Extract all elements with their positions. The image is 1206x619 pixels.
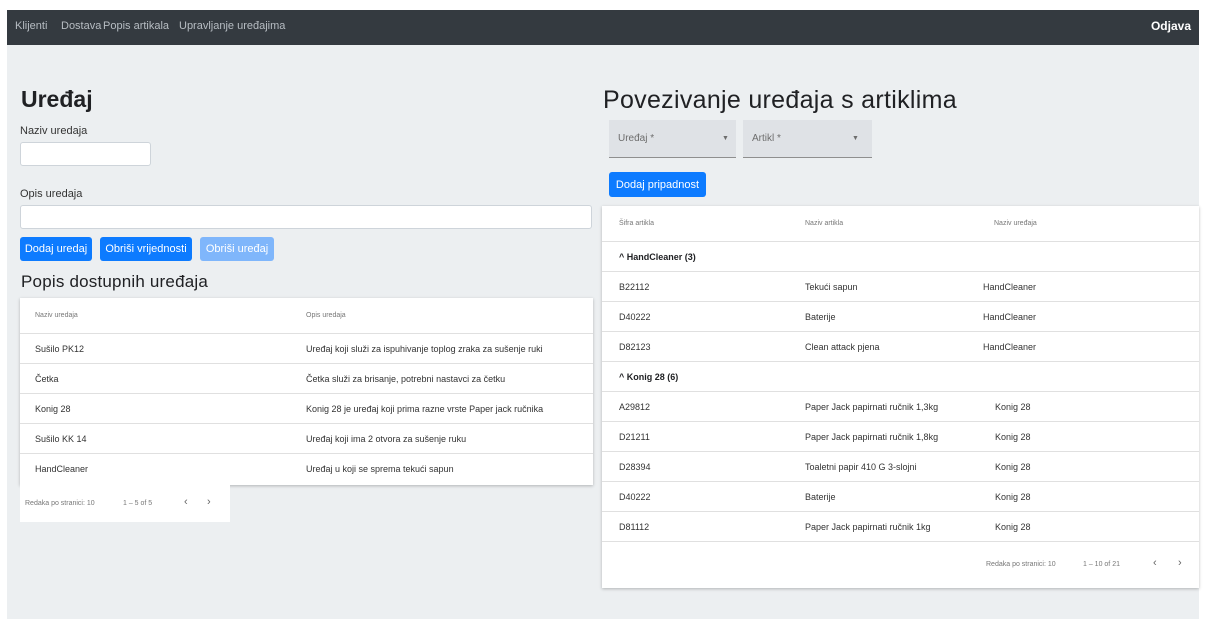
table-row[interactable]: D28394 Toaletni papir 410 G 3-slojni Kon…: [602, 452, 1199, 482]
device-name-cell: Konig 28: [995, 432, 1031, 442]
nav-link-klijenti[interactable]: Klijenti: [15, 20, 47, 32]
link-panel-title: Povezivanje uređaja s artiklima: [603, 86, 957, 114]
device-name-input[interactable]: [20, 142, 151, 166]
table-header-row: Šifra artikla Naziv artikla Naziv uređaj…: [602, 206, 1199, 242]
device-form-title: Uređaj: [21, 86, 93, 112]
column-header-device-description[interactable]: Opis uredaja: [306, 298, 346, 334]
table-row[interactable]: HandCleaner Uređaj u koji se sprema teku…: [20, 454, 593, 484]
column-header-article-name[interactable]: Naziv artikla: [805, 206, 843, 242]
device-name-label: Naziv uredaja: [20, 125, 88, 137]
article-select[interactable]: Artikl * ▼: [743, 120, 872, 158]
add-device-button[interactable]: Dodaj uredaj: [20, 237, 92, 261]
column-header-device-name[interactable]: Naziv uredaja: [35, 298, 78, 334]
nav-link-upravljanje-uredajima[interactable]: Upravljanje uređajima: [179, 20, 285, 32]
device-list-pagination: Redaka po stranici: 10 1 – 5 of 5 ‹ ›: [20, 485, 230, 522]
group-title-handcleaner: ^ HandCleaner (3): [619, 252, 696, 262]
device-select-label: Uređaj *: [618, 133, 655, 144]
table-row[interactable]: A29812 Paper Jack papirnati ručnik 1,3kg…: [602, 392, 1199, 422]
table-row[interactable]: Sušilo PK12 Uređaj koji služi za ispuhiv…: [20, 334, 593, 364]
chevron-down-icon: ▼: [852, 135, 859, 142]
clear-values-button[interactable]: Obriši vrijednosti: [100, 237, 192, 261]
next-page-icon[interactable]: ›: [207, 496, 211, 508]
device-name-cell: Konig 28: [995, 492, 1031, 502]
top-navbar: Klijenti Dostava Popis artikala Upravlja…: [7, 10, 1199, 45]
article-select-label: Artikl *: [752, 133, 781, 144]
nav-link-dostava[interactable]: Dostava: [61, 20, 101, 32]
chevron-down-icon: ▼: [722, 135, 729, 142]
article-name-cell: Paper Jack papirnati ručnik 1kg: [805, 522, 931, 532]
device-description-input[interactable]: [20, 205, 592, 229]
table-row[interactable]: B22112 Tekući sapun HandCleaner: [602, 272, 1199, 302]
table-row[interactable]: Sušilo KK 14 Uređaj koji ima 2 otvora za…: [20, 424, 593, 454]
article-name-cell: Paper Jack papirnati ručnik 1,8kg: [805, 432, 939, 442]
table-row[interactable]: Četka Četka služi za brisanje, potrebni …: [20, 364, 593, 394]
table-header-row: Naziv uredaja Opis uredaja: [20, 298, 593, 334]
nav-link-popis-artikala[interactable]: Popis artikala: [103, 20, 169, 32]
device-description-cell: Uređaj koji ima 2 otvora za sušenje ruku: [306, 434, 467, 444]
column-header-device-name[interactable]: Naziv uređaja: [994, 206, 1037, 242]
device-description-cell: Konig 28 je uređaj koji prima razne vrst…: [306, 404, 544, 414]
table-row[interactable]: D82123 Clean attack pjena HandCleaner: [602, 332, 1199, 362]
device-name-cell: Konig 28: [995, 522, 1031, 532]
group-title-konig-28: ^ Konig 28 (6): [619, 372, 679, 382]
group-row-handcleaner[interactable]: ^ HandCleaner (3): [602, 242, 1199, 272]
article-name-cell: Tekući sapun: [805, 282, 858, 292]
article-name-cell: Baterije: [805, 492, 836, 502]
article-code-cell: A29812: [619, 402, 651, 412]
table-row[interactable]: D40222 Baterije HandCleaner: [602, 302, 1199, 332]
prev-page-icon[interactable]: ‹: [184, 496, 188, 508]
device-name-cell: HandCleaner: [983, 312, 1037, 322]
device-name-cell: HandCleaner: [983, 282, 1037, 292]
device-name-cell: Sušilo PK12: [35, 344, 85, 354]
article-code-cell: D21211: [619, 432, 650, 442]
article-name-cell: Paper Jack papirnati ručnik 1,3kg: [805, 402, 939, 412]
app-container: Klijenti Dostava Popis artikala Upravlja…: [7, 10, 1199, 619]
device-name-cell: HandCleaner: [35, 464, 89, 474]
device-name-cell: Četka: [35, 374, 59, 384]
device-description-label: Opis uredaja: [20, 188, 83, 200]
device-description-cell: Uređaj u koji se sprema tekući sapun: [306, 464, 454, 474]
article-name-cell: Clean attack pjena: [805, 342, 880, 352]
article-name-cell: Toaletni papir 410 G 3-slojni: [805, 462, 917, 472]
rows-per-page-label[interactable]: Redaka po stranici: 10: [986, 561, 1056, 568]
article-name-cell: Baterije: [805, 312, 836, 322]
article-code-cell: D40222: [619, 492, 651, 502]
delete-device-button[interactable]: Obriši uređaj: [200, 237, 274, 261]
device-list-title: Popis dostupnih uređaja: [21, 272, 209, 291]
prev-page-icon[interactable]: ‹: [1153, 557, 1157, 569]
device-name-cell: Konig 28: [35, 404, 71, 414]
group-row-konig-28[interactable]: ^ Konig 28 (6): [602, 362, 1199, 392]
table-row[interactable]: Konig 28 Konig 28 je uređaj koji prima r…: [20, 394, 593, 424]
association-table-pagination: Redaka po stranici: 10 1 – 10 of 21 ‹ ›: [602, 542, 1199, 588]
device-name-cell: HandCleaner: [983, 342, 1037, 352]
device-description-cell: Uređaj koji služi za ispuhivanje toplog …: [306, 344, 543, 354]
article-code-cell: B22112: [619, 282, 650, 292]
device-select[interactable]: Uređaj * ▼: [609, 120, 736, 158]
device-name-cell: Sušilo KK 14: [35, 434, 87, 444]
next-page-icon[interactable]: ›: [1178, 557, 1182, 569]
table-row[interactable]: D81112 Paper Jack papirnati ručnik 1kg K…: [602, 512, 1199, 542]
page-range-label: 1 – 10 of 21: [1083, 561, 1120, 568]
logout-link[interactable]: Odjava: [1151, 19, 1191, 33]
device-name-cell: Konig 28: [995, 402, 1031, 412]
column-header-article-code[interactable]: Šifra artikla: [619, 206, 654, 242]
table-row[interactable]: D21211 Paper Jack papirnati ručnik 1,8kg…: [602, 422, 1199, 452]
device-description-cell: Četka služi za brisanje, potrebni nastav…: [306, 374, 506, 384]
article-code-cell: D28394: [619, 462, 651, 472]
table-row[interactable]: D40222 Baterije Konig 28: [602, 482, 1199, 512]
association-table: Šifra artikla Naziv artikla Naziv uređaj…: [602, 206, 1199, 588]
device-name-cell: Konig 28: [995, 462, 1031, 472]
rows-per-page-label[interactable]: Redaka po stranici: 10: [25, 500, 95, 507]
device-list-table: Naziv uredaja Opis uredaja Sušilo PK12 U…: [20, 298, 593, 485]
add-association-button[interactable]: Dodaj pripadnost: [609, 172, 706, 197]
article-code-cell: D40222: [619, 312, 651, 322]
article-code-cell: D81112: [619, 522, 650, 532]
article-code-cell: D82123: [619, 342, 651, 352]
page-range-label: 1 – 5 of 5: [123, 500, 153, 507]
